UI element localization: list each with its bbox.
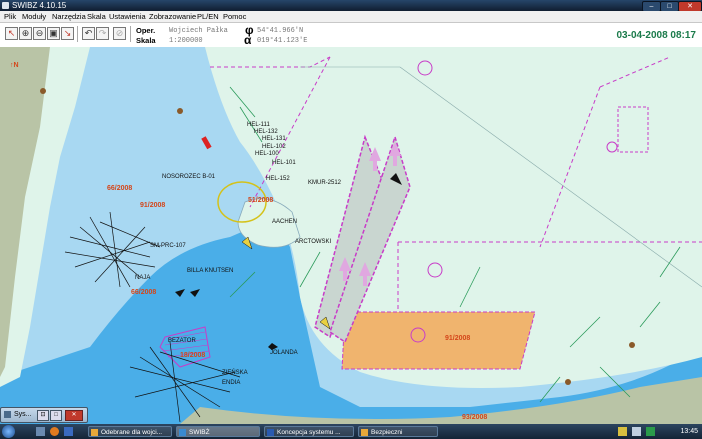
title-bar: SWIBZ 4.10.15 – □ ✕	[0, 0, 702, 12]
folder-icon	[361, 429, 368, 436]
taskbar: Odebrane dla wojci... SWIBŻ Koncepcja sy…	[0, 424, 702, 439]
north-arrow-icon: ↑N	[10, 62, 19, 69]
menu-ustawienia[interactable]: Ustawienia	[109, 11, 146, 22]
app-icon	[179, 429, 186, 436]
pointer-tool-icon[interactable]: ↖	[5, 27, 18, 40]
close-button[interactable]: ✕	[65, 410, 83, 421]
port-marker-icon	[177, 108, 183, 114]
toolbar-divider	[77, 26, 78, 42]
zone-label: 18/2008	[180, 352, 205, 359]
toolbar-divider	[130, 26, 131, 42]
vessel-label: HEL-152	[266, 176, 290, 182]
menu-moduly[interactable]: Moduły	[22, 11, 46, 22]
menu-plik[interactable]: Plik	[4, 11, 16, 22]
quicklaunch-icon[interactable]	[64, 427, 73, 436]
browser-icon[interactable]	[50, 427, 59, 436]
vessel-label: SM-PRC-107	[150, 243, 186, 249]
zone-label: 91/2008	[445, 335, 470, 342]
zoom-window-icon[interactable]: ▣	[47, 27, 60, 40]
menu-zobrazowanie[interactable]: Zobrazowanie	[149, 11, 196, 22]
cancel-icon[interactable]: ⊘	[113, 27, 126, 40]
vessel-label: ENDIA	[222, 380, 240, 386]
taskbar-item-email[interactable]: Odebrane dla wojci...	[88, 426, 172, 437]
taskbar-item-label: Koncepcja systemu ...	[277, 429, 341, 436]
menu-narzedzia[interactable]: Narzędzia	[52, 11, 86, 22]
taskbar-item-document[interactable]: Koncepcja systemu ...	[264, 426, 354, 437]
measure-tool-icon[interactable]: ↘	[61, 27, 74, 40]
maximize-button[interactable]: □	[50, 410, 62, 421]
longitude-value: 019°41.123'E	[257, 37, 308, 45]
zoom-out-icon[interactable]: ⊖	[33, 27, 46, 40]
window-icon	[4, 411, 11, 418]
menu-pl-en[interactable]: PL/EN	[197, 11, 219, 22]
restore-button[interactable]: ⊡	[37, 410, 49, 421]
port-marker-icon	[565, 379, 571, 385]
zone-label: 51/2008	[248, 197, 273, 204]
taskbar-item-label: Odebrane dla wojci...	[101, 429, 163, 436]
operator-value: Wojciech Pałka	[169, 27, 228, 35]
vessel-label: HEL-132	[254, 129, 278, 135]
minimized-window-title: Sys...	[14, 411, 32, 418]
vessel-label: KMUR-2512	[308, 180, 342, 186]
document-icon	[267, 429, 274, 436]
taskbar-item-label: SWIBŻ	[189, 429, 210, 436]
start-button[interactable]	[2, 425, 15, 438]
toolbar: ↖ ⊕ ⊖ ▣ ↘ ↶ ↷ ⊘ Oper. Wojciech Pałka Ska…	[0, 23, 702, 48]
taskbar-item-label: Bezpieczni	[371, 429, 403, 436]
vessel-label: HEL-131	[262, 136, 286, 142]
security-icon[interactable]	[646, 427, 655, 436]
vessel-label: BEZATOR	[168, 338, 196, 344]
latitude-value: 54°41.966'N	[257, 27, 304, 35]
vessel-label: ZIEŃSKA	[222, 369, 248, 376]
datetime-display: 03-04-2008 08:17	[616, 30, 696, 41]
vessel-label: JOLANDA	[270, 350, 298, 356]
scale-value: 1:200000	[169, 37, 203, 45]
volume-icon[interactable]	[632, 427, 641, 436]
mail-icon	[91, 429, 98, 436]
port-marker-icon	[40, 88, 46, 94]
menu-bar: Plik Moduły Narzędzia Skala Ustawienia Z…	[0, 11, 702, 23]
app-icon	[2, 2, 9, 9]
vessel-label: HEL-102	[262, 144, 286, 150]
show-desktop-icon[interactable]	[36, 427, 45, 436]
scale-label: Skala	[136, 36, 156, 45]
menu-skala[interactable]: Skala	[87, 11, 106, 22]
vessel-label: HEL-111	[247, 122, 270, 128]
window-title: SWIBZ 4.10.15	[12, 1, 67, 10]
vessel-label: HEL-100	[255, 151, 279, 157]
network-icon[interactable]	[618, 427, 627, 436]
port-marker-icon	[629, 342, 635, 348]
vessel-label: NOSOROZEC B-01	[162, 174, 216, 180]
longitude-symbol: α	[244, 33, 252, 47]
minimized-window[interactable]: Sys... ⊡ □ ✕	[0, 407, 88, 423]
operator-label: Oper.	[136, 26, 156, 35]
zone-label: 66/2008	[131, 289, 156, 296]
zone-label: 93/2008	[462, 414, 487, 421]
undo-icon[interactable]: ↶	[82, 27, 95, 40]
redo-icon[interactable]: ↷	[96, 27, 109, 40]
zone-label: 91/2008	[140, 202, 165, 209]
vessel-label: ARCTOWSKI	[295, 239, 332, 245]
vessel-label: BILLA KNUTSEN	[187, 268, 233, 274]
system-clock[interactable]: 13:45	[680, 426, 698, 437]
zoom-in-icon[interactable]: ⊕	[19, 27, 32, 40]
menu-pomoc[interactable]: Pomoc	[223, 11, 246, 22]
taskbar-item-folder[interactable]: Bezpieczni	[358, 426, 438, 437]
taskbar-item-swibz[interactable]: SWIBŻ	[176, 426, 260, 437]
vessel-label: AACHEN	[272, 219, 297, 225]
sea-chart[interactable]: ↑N HEL-111 HEL-132 HEL-131 HEL-102 HEL-1…	[0, 47, 702, 424]
restricted-zone-91	[341, 311, 536, 370]
vessel-label: HEL-101	[272, 160, 296, 166]
vessel-label: NAJA	[135, 275, 150, 281]
zone-label: 66/2008	[107, 185, 132, 192]
